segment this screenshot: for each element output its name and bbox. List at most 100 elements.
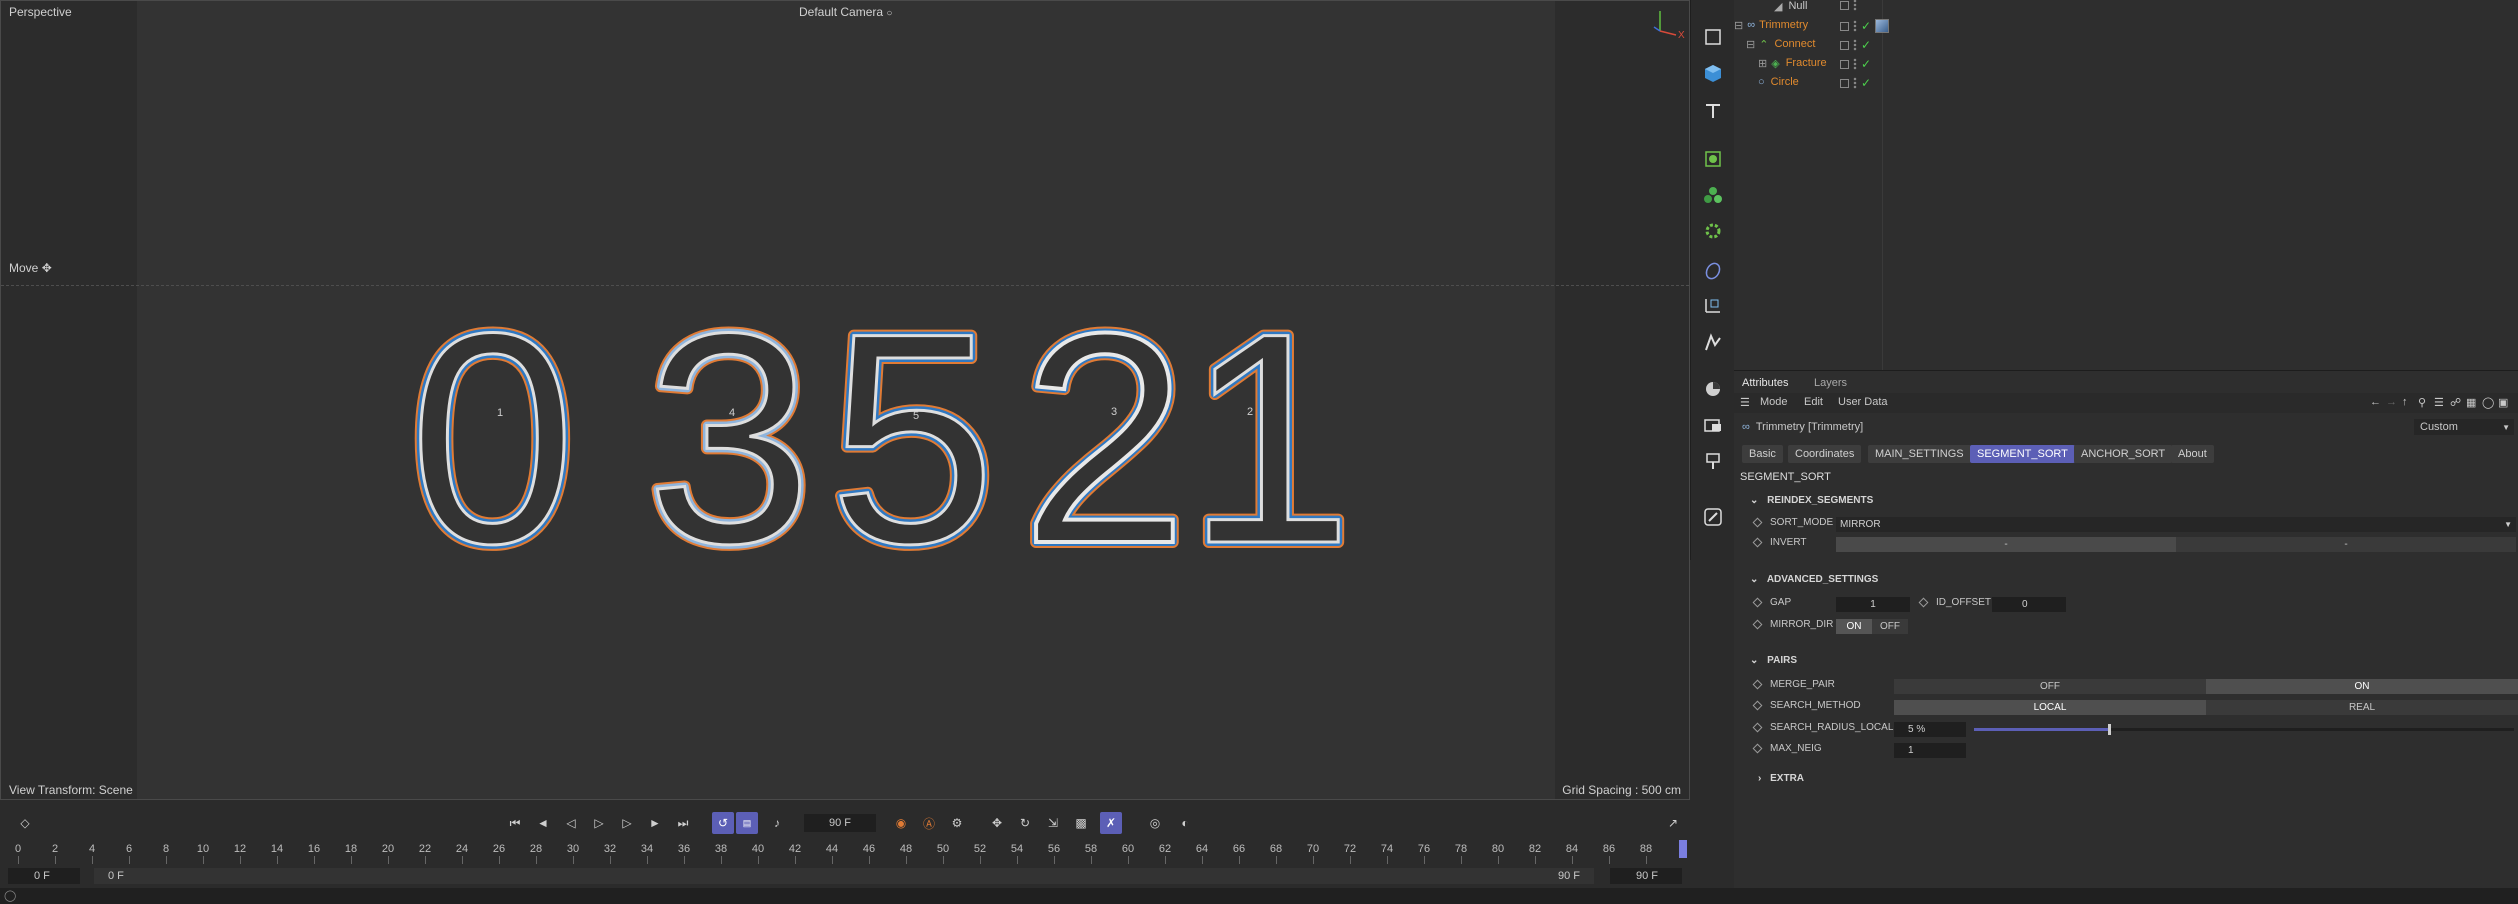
up-arrow-icon[interactable]: ↑ [2402,396,2408,408]
method-real-button[interactable]: REAL [2206,700,2518,715]
autokey-icon[interactable]: Ⓐ [920,814,938,832]
fps-icon[interactable]: ▤ [736,812,758,834]
range-slider[interactable]: 0 F 90 F [94,868,1594,884]
enabled-check-icon[interactable]: ✓ [1861,38,1871,52]
mograph-icon[interactable] [1697,180,1729,210]
enabled-check-icon[interactable]: ✓ [1861,76,1871,90]
method-local-button[interactable]: LOCAL [1894,700,2206,715]
deformer-icon[interactable] [1697,216,1729,246]
keyframe-diamond-icon[interactable] [1752,597,1763,608]
search-icon[interactable]: ⚲ [2418,396,2426,409]
camera-tool-icon[interactable] [1697,374,1729,404]
keyframe-diamond-icon[interactable] [1752,537,1763,548]
forward-arrow-icon[interactable]: → [2386,396,2397,408]
record-icon[interactable]: ◉ [892,814,910,832]
enabled-check-icon[interactable]: ✓ [1861,57,1871,71]
tab-segment-sort[interactable]: SEGMENT_SORT [1970,445,2075,463]
mirror-on-button[interactable]: ON [1836,619,1872,634]
keyframe-diamond-icon[interactable] [1752,517,1763,528]
paint-icon[interactable] [1697,446,1729,476]
lock-icon[interactable]: ☍ [2450,396,2461,409]
section-pairs[interactable]: ⌄ PAIRS [1750,655,1797,666]
tab-anchor-sort[interactable]: ANCHOR_SORT [2074,445,2173,463]
layer-box-icon[interactable] [1840,59,1849,69]
pla-key-icon[interactable]: ✗ [1100,812,1122,834]
layer-box-icon[interactable] [1840,78,1849,88]
mirror-off-button[interactable]: OFF [1872,619,1908,634]
next-frame-icon[interactable]: ▷ [618,814,636,832]
scale-key-icon[interactable]: ⇲ [1044,814,1062,832]
visibility-dots-icon[interactable] [1853,0,1857,11]
invert-on-button[interactable]: - [2176,537,2516,552]
slider-knob[interactable] [2108,724,2111,735]
search-radius-field[interactable]: 5 % [1894,722,1966,737]
keyframe-diamond-icon[interactable] [1752,743,1763,754]
visibility-dots-icon[interactable] [1853,39,1857,51]
sound-icon[interactable]: ♪ [768,814,786,832]
timeline-ruler[interactable]: 0 2 4 6 8 10 12 14 16 18 20 22 24 26 28 30 32 34 36 38 40 42 4… [0,840,1690,866]
tab-coordinates[interactable]: Coordinates [1788,445,1862,463]
keyframe-diamond-icon[interactable]: ◇ [16,814,34,832]
collapse-icon[interactable]: ⊟ [1746,38,1755,51]
cube-icon[interactable] [1697,58,1729,88]
rotate-key-icon[interactable]: ↻ [1016,814,1034,832]
generator-icon[interactable] [1697,144,1729,174]
prev-key-icon[interactable]: ◄ [534,814,552,832]
merge-on-button[interactable]: ON [2206,679,2518,694]
play-icon[interactable]: ▷ [590,814,608,832]
prev-frame-icon[interactable]: ◁ [562,814,580,832]
range-start-field[interactable]: 0 F [8,868,80,884]
tab-main-settings[interactable]: MAIN_SETTINGS [1868,445,1971,463]
preset-dropdown[interactable]: Custom ▼ [2414,419,2514,435]
tab-attributes[interactable]: Attributes [1742,377,1788,389]
merge-off-button[interactable]: OFF [1894,679,2206,694]
playhead[interactable] [1679,840,1687,858]
menu-user-data[interactable]: User Data [1838,396,1888,408]
visibility-dots-icon[interactable] [1853,20,1857,32]
go-to-end-icon[interactable]: ⏭ [674,814,692,832]
history-icon[interactable]: ◯ [2482,396,2494,409]
gap-field[interactable]: 1 [1836,597,1910,612]
menu-edit[interactable]: Edit [1804,396,1823,408]
menu-mode[interactable]: Mode [1760,396,1788,408]
render-view-icon[interactable] [1697,410,1729,440]
tab-basic[interactable]: Basic [1742,445,1783,463]
next-key-icon[interactable]: ► [646,814,664,832]
key-settings-icon[interactable]: ⚙ [948,814,966,832]
layer-box-icon[interactable] [1840,0,1849,10]
layer-box-icon[interactable] [1840,21,1849,31]
loop-icon[interactable]: ↺ [712,812,734,834]
visibility-dots-icon[interactable] [1853,77,1857,89]
new-panel-icon[interactable]: ▦ [2466,396,2476,409]
collapse-icon[interactable]: ⊟ [1734,19,1743,32]
scene-icon[interactable] [1697,290,1729,320]
text-icon[interactable] [1697,96,1729,126]
motion-settings-icon[interactable]: ◐ [1176,814,1194,832]
tab-about[interactable]: About [2171,445,2214,463]
visibility-dots-icon[interactable] [1853,58,1857,70]
search-radius-slider[interactable] [1974,724,2514,735]
volume-icon[interactable] [1697,328,1729,358]
enabled-check-icon[interactable]: ✓ [1861,19,1871,33]
material-tag-icon[interactable] [1875,19,1890,33]
layer-box-icon[interactable] [1840,40,1849,50]
max-neig-field[interactable]: 1 [1894,743,1966,758]
current-frame-field[interactable]: 90 F [804,814,876,832]
param-key-icon[interactable]: ▩ [1072,814,1090,832]
section-extra[interactable]: › EXTRA [1758,773,1804,784]
cube-outline-icon[interactable] [1697,22,1729,52]
keyframe-diamond-icon[interactable] [1752,722,1763,733]
keyframe-diamond-icon[interactable] [1918,597,1929,608]
tab-layers[interactable]: Layers [1814,377,1847,389]
hamburger-icon[interactable]: ☰ [1740,396,1750,409]
section-advanced[interactable]: ⌄ ADVANCED_SETTINGS [1750,574,1878,585]
range-end-field[interactable]: 90 F [1610,868,1682,884]
motion-record-icon[interactable]: ◎ [1146,814,1164,832]
section-reindex[interactable]: ⌄ REINDEX_SEGMENTS [1750,495,1873,506]
filter-icon[interactable]: ☰ [2434,396,2444,409]
go-to-start-icon[interactable]: ⏮ [506,814,524,832]
sort-mode-dropdown[interactable]: MIRROR ▼ [1836,517,2516,532]
keyframe-diamond-icon[interactable] [1752,679,1763,690]
timeline-graph-icon[interactable]: ↗ [1664,814,1682,832]
object-row-null[interactable]: ◢ Null [1734,0,1894,15]
